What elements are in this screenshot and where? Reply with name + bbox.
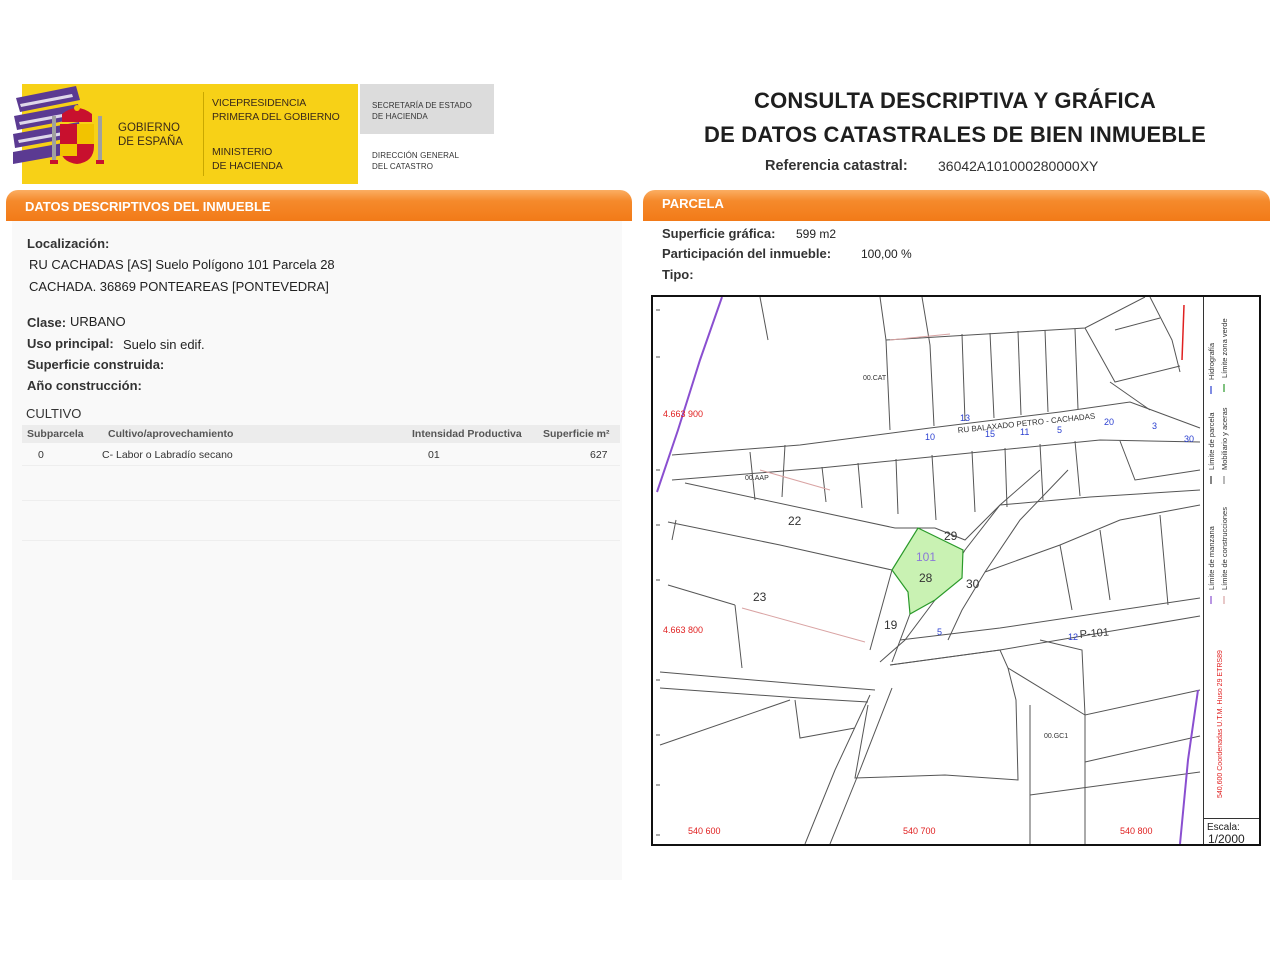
plot-number: 30 [966, 577, 980, 591]
street-number: 12 [1068, 632, 1078, 642]
government-emblem-icon [13, 86, 104, 164]
gov-line-1: GOBIERNO [118, 122, 180, 134]
plot-number: 23 [753, 590, 767, 604]
street-number: 5 [1057, 425, 1062, 435]
street-number: 10 [925, 432, 935, 442]
coordinate-label: 4.663 900 [663, 409, 703, 419]
class-value: URBANO [70, 314, 126, 329]
ministry-line-2: DE HACIENDA [212, 160, 283, 172]
coordinate-label: 540 800 [1120, 826, 1153, 836]
highlighted-plot-number: 28 [919, 571, 933, 585]
share-label: Participación del inmueble: [662, 246, 832, 261]
parcel-section-title: PARCELA [662, 196, 724, 211]
street-number: 13 [960, 413, 970, 423]
plot-number: 22 [788, 514, 802, 528]
ministry-line-1: MINISTERIO [212, 146, 273, 158]
coordinate-label: 4.663 800 [663, 625, 703, 635]
projection-note: 540,600 Coordenadas U.T.M. Huso 29 ETRS8… [1217, 650, 1224, 798]
table-row-divider [22, 500, 620, 501]
feature-code: 00.CAT [863, 375, 887, 382]
type-label: Tipo: [662, 267, 694, 282]
coordinate-label: 540 700 [903, 826, 936, 836]
scale-value: 1/2000 [1208, 832, 1245, 846]
table-header-area: Superficie m² [543, 428, 610, 440]
location-line-1: RU CACHADAS [AS] Suelo Polígono 101 Parc… [29, 257, 335, 272]
feature-code: 00.GC1 [1044, 733, 1068, 740]
cadastral-map-drawing: 4.663 900 4.663 800 540 600 540 700 540 … [656, 297, 1201, 844]
built-area-label: Superficie construida: [27, 357, 165, 372]
secretary-line-1: SECRETARÍA DE ESTADO [372, 101, 472, 110]
year-label: Año construcción: [27, 378, 142, 393]
vice-line-2: PRIMERA DEL GOBIERNO [212, 111, 340, 123]
table-cell-area: 627 [590, 449, 608, 461]
table-cell-crop: C- Labor o Labradío secano [102, 449, 233, 461]
table-header-intensity: Intensidad Productiva [412, 428, 522, 440]
area-value: 599 m2 [796, 227, 837, 241]
table-row-divider [22, 465, 620, 466]
parcel-section-bar [643, 190, 1270, 221]
directorate-line-1: DIRECCIÓN GENERAL [372, 151, 460, 160]
street-number: 11 [1020, 427, 1029, 437]
legend-street-furniture: Mobiliario y aceras [1220, 407, 1229, 470]
road-label: P-101 [1079, 626, 1109, 641]
reference-value: 36042A101000280000XY [938, 158, 1099, 174]
table-header-subparcel: Subparcela [27, 428, 84, 440]
area-label: Superficie gráfica: [662, 226, 776, 241]
plot-number: 29 [944, 529, 958, 543]
street-number: 30 [1184, 434, 1194, 444]
share-value: 100,00 % [861, 247, 912, 261]
plot-number: 19 [884, 618, 898, 632]
reference-label: Referencia catastral: [765, 158, 908, 174]
street-number: 3 [1152, 421, 1157, 431]
legend-parcel-limit: Límite de parcela [1207, 412, 1216, 470]
vice-line-1: VICEPRESIDENCIA [212, 97, 307, 109]
location-line-2: CACHADA. 36869 PONTEAREAS [PONTEVEDRA] [29, 279, 329, 294]
page-title-line-1: CONSULTA DESCRIPTIVA Y GRÁFICA [753, 88, 1157, 113]
class-label: Clase: [27, 315, 67, 330]
location-label: Localización: [27, 236, 110, 251]
legend-block-limit: Límite de manzana [1207, 525, 1216, 590]
page-title-line-2: DE DATOS CATASTRALES DE BIEN INMUEBLE [703, 122, 1206, 147]
secretary-line-2: DE HACIENDA [372, 112, 428, 121]
legend-hydrography: Hidrografía [1207, 342, 1216, 380]
use-label: Uso principal: [27, 336, 114, 351]
feature-code: 00.AAP [745, 475, 769, 482]
crop-title: CULTIVO [26, 406, 82, 421]
table-cell-intensity: 01 [428, 449, 440, 461]
table-cell-subparcel: 0 [38, 449, 44, 461]
table-row-divider [22, 540, 620, 541]
table-header-crop: Cultivo/aprovechamiento [108, 428, 234, 440]
use-value: Suelo sin edif. [123, 337, 205, 352]
gov-line-2: DE ESPAÑA [118, 136, 183, 148]
coordinate-label: 540 600 [688, 826, 721, 836]
directorate-line-2: DEL CATASTRO [372, 162, 434, 171]
map-legend: Hidrografía Límite de parcela Límite de … [1207, 318, 1229, 798]
legend-buildings-limit: Límite de construcciones [1220, 507, 1229, 590]
legend-green-zone: Límite zona verde [1220, 318, 1229, 378]
logo-divider [203, 92, 204, 176]
street-number: 20 [1104, 417, 1114, 427]
highlighted-polygon-number: 101 [916, 550, 936, 564]
descriptive-section-title: DATOS DESCRIPTIVOS DEL INMUEBLE [25, 199, 271, 214]
street-number: 5 [937, 627, 942, 637]
